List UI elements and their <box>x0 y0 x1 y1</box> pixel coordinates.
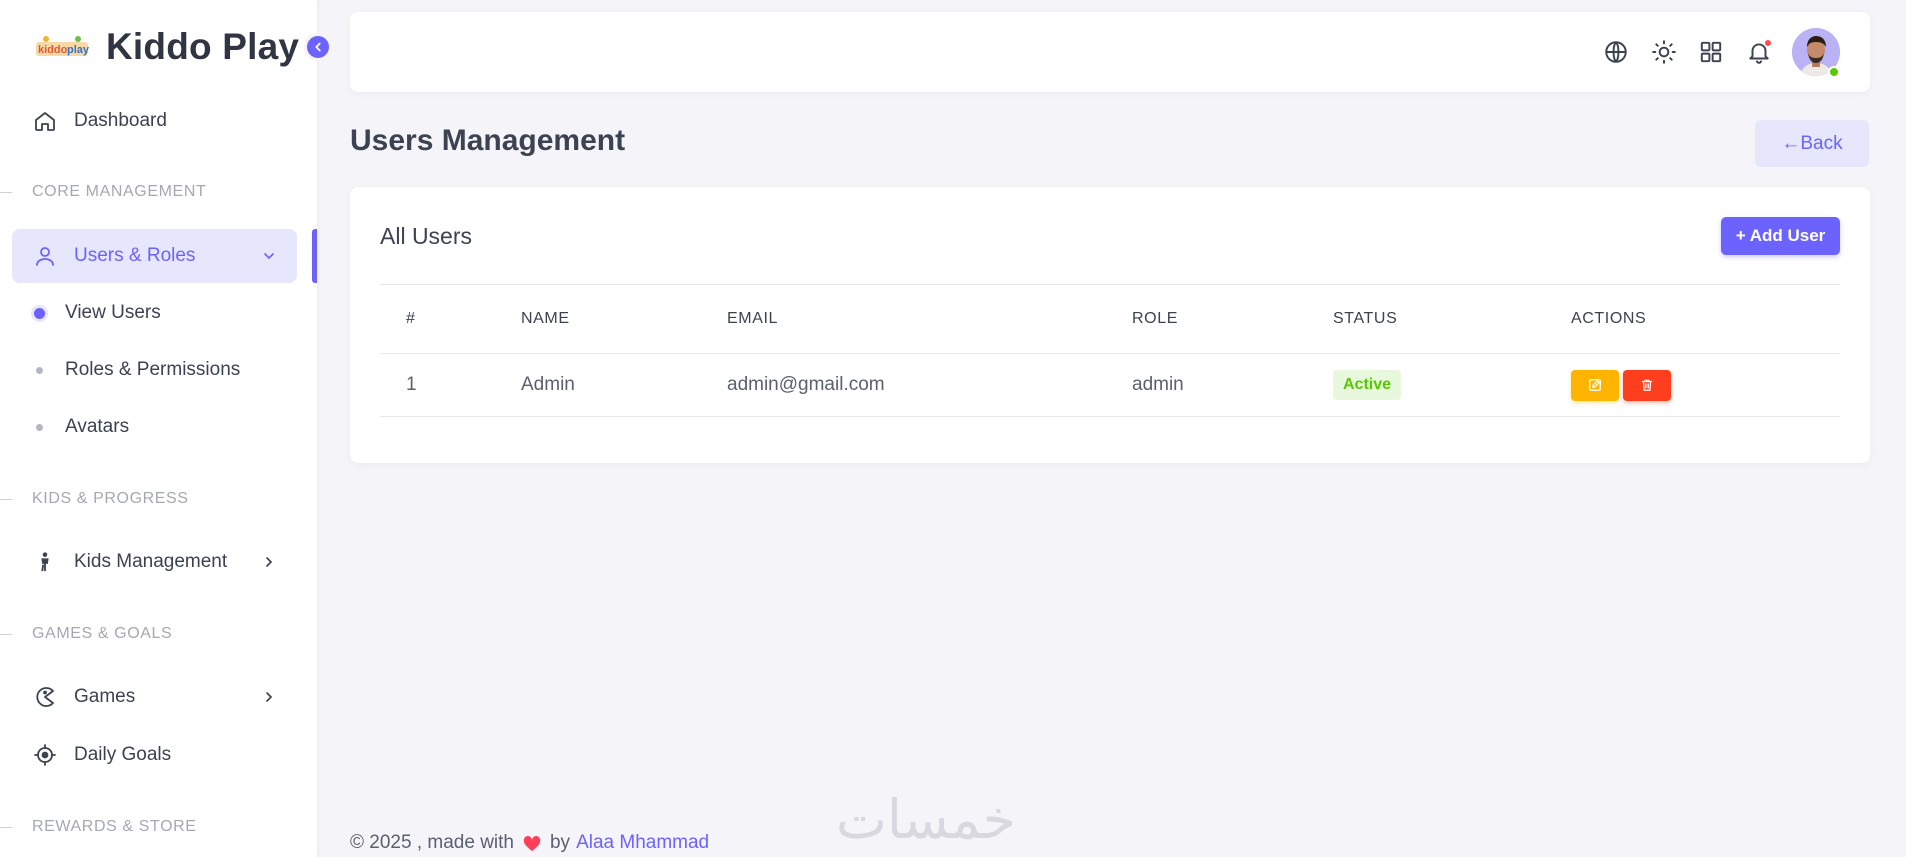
footer-text: © 2025 , made with <box>350 832 514 853</box>
sidebar-item-label: Kids Management <box>74 551 228 572</box>
column-header-status: STATUS <box>1333 310 1398 327</box>
user-icon <box>32 243 58 269</box>
online-status-dot <box>1828 66 1840 78</box>
users-table: # NAME EMAIL ROLE STATUS ACTIONS 1 Admin… <box>380 284 1840 417</box>
users-card: All Users + Add User # NAME EMAIL ROLE S… <box>350 187 1870 463</box>
bullet-icon <box>34 307 45 319</box>
globe-icon <box>1605 41 1627 63</box>
column-header-role: ROLE <box>1132 310 1178 327</box>
sun-icon <box>1652 40 1676 64</box>
sidebar-item-users-roles[interactable]: Users & Roles <box>12 229 297 283</box>
home-icon <box>32 108 58 134</box>
section-kids-progress: KIDS & PROGRESS <box>32 490 189 507</box>
svg-text:kiddo: kiddo <box>38 44 68 56</box>
sidebar-item-dashboard[interactable]: Dashboard <box>12 94 297 148</box>
cell-index: 1 <box>406 374 417 395</box>
sidebar-subitem-avatars[interactable]: Avatars <box>36 412 129 442</box>
chevron-right-icon <box>259 687 279 707</box>
cell-name: Admin <box>521 374 575 395</box>
bullet-icon <box>36 423 43 431</box>
pacman-icon <box>32 684 58 710</box>
sidebar-item-label: Dashboard <box>74 110 167 131</box>
section-divider <box>0 499 12 500</box>
sidebar-subitem-roles-permissions[interactable]: Roles & Permissions <box>36 355 240 385</box>
page-title: Users Management <box>350 124 626 157</box>
sidebar-item-games[interactable]: Games <box>12 670 297 724</box>
chevron-down-icon <box>259 246 279 266</box>
author-link[interactable]: Alaa Mhammad <box>576 832 709 854</box>
column-header-name: NAME <box>521 310 570 327</box>
delete-user-button[interactable] <box>1623 369 1671 401</box>
section-rewards-store: REWARDS & STORE <box>32 818 197 835</box>
sidebar-item-daily-goals[interactable]: Daily Goals <box>12 728 297 782</box>
sidebar-subitem-label: Roles & Permissions <box>65 359 241 380</box>
shortcuts-button[interactable] <box>1697 38 1725 66</box>
grid-icon <box>1700 41 1722 63</box>
chevron-left-icon <box>315 42 321 52</box>
status-badge: Active <box>1333 370 1402 400</box>
footer: © 2025 , made with by Alaa Mhammad <box>350 832 709 854</box>
sidebar: kiddo play Kiddo Play Dashboard CORE MAN… <box>0 0 332 857</box>
sidebar-item-kids-management[interactable]: Kids Management <box>12 535 297 589</box>
app-title: Kiddo Play <box>106 26 300 67</box>
card-title: All Users <box>380 223 473 249</box>
child-icon <box>32 549 58 575</box>
svg-text:play: play <box>67 44 90 56</box>
sidebar-item-label: Daily Goals <box>74 744 172 765</box>
section-divider <box>0 634 12 635</box>
sidebar-subitem-label: View Users <box>65 302 161 323</box>
cell-email: admin@gmail.com <box>727 374 885 395</box>
edit-user-button[interactable] <box>1571 369 1619 401</box>
sidebar-item-label: Games <box>74 686 136 707</box>
notifications-button[interactable] <box>1745 38 1773 66</box>
column-header-actions: ACTIONS <box>1571 310 1647 327</box>
top-navbar <box>350 12 1870 92</box>
sidebar-item-label: Users & Roles <box>74 245 196 266</box>
bullet-icon <box>36 366 43 374</box>
trash-icon <box>1641 379 1653 391</box>
sidebar-collapse-button[interactable] <box>304 33 332 61</box>
cell-actions <box>1571 354 1675 416</box>
theme-toggle-button[interactable] <box>1650 38 1678 66</box>
section-divider <box>0 192 12 193</box>
notification-dot <box>1764 39 1772 47</box>
brand-logo: kiddo play <box>34 32 90 62</box>
sidebar-subitem-view-users[interactable]: View Users <box>34 298 161 328</box>
heart-icon <box>522 834 542 852</box>
section-core-management: CORE MANAGEMENT <box>32 183 207 200</box>
column-header-email: EMAIL <box>727 310 779 327</box>
edit-icon <box>1589 379 1601 391</box>
brand[interactable]: kiddo play Kiddo Play <box>34 22 299 72</box>
active-indicator <box>312 229 317 283</box>
column-header-index: # <box>406 310 416 327</box>
cell-role: admin <box>1132 374 1184 395</box>
table-header-row: # NAME EMAIL ROLE STATUS ACTIONS <box>380 284 1840 354</box>
target-icon <box>32 742 58 768</box>
section-divider <box>0 827 12 828</box>
watermark: خمسات <box>836 788 1017 851</box>
section-games-goals: GAMES & GOALS <box>32 625 173 642</box>
footer-by: by <box>549 832 571 853</box>
add-user-button[interactable]: + Add User <box>1721 217 1840 255</box>
language-button[interactable] <box>1602 38 1630 66</box>
sidebar-subitem-label: Avatars <box>65 416 130 437</box>
cell-status: Active <box>1333 354 1402 416</box>
back-button[interactable]: ←Back <box>1755 120 1869 167</box>
table-row: 1 Admin admin@gmail.com admin Active <box>380 354 1840 417</box>
chevron-right-icon <box>259 552 279 572</box>
